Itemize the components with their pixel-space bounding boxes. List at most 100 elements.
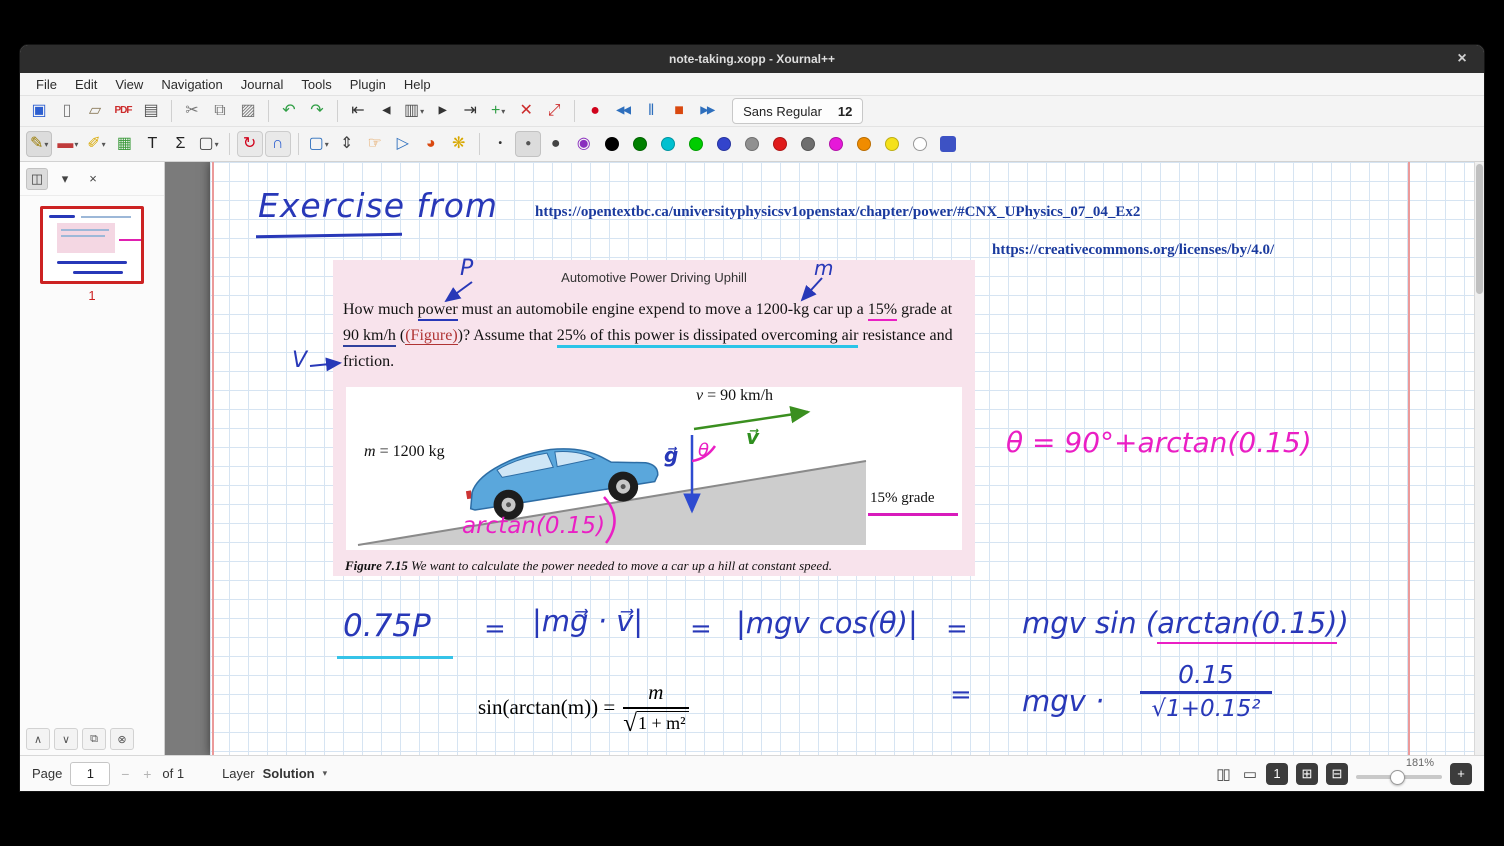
menu-file[interactable]: File: [28, 76, 65, 93]
close-preview-icon[interactable]: ⊗: [110, 728, 134, 750]
page-down-icon[interactable]: ∨: [54, 728, 78, 750]
page-number-input[interactable]: [70, 762, 110, 786]
export-pdf-icon[interactable]: PDF: [110, 98, 136, 124]
zoom-in-icon[interactable]: +: [1450, 763, 1472, 785]
save-icon[interactable]: ▣: [26, 98, 52, 124]
titlebar[interactable]: note-taking.xopp - Xournal++ ×: [20, 45, 1484, 73]
latex-tool-icon[interactable]: Σ: [167, 131, 193, 157]
redo-icon[interactable]: ↷: [304, 98, 330, 124]
snapping-icon[interactable]: ∩: [265, 131, 291, 157]
duplicate-page-icon[interactable]: ⧉: [82, 728, 106, 750]
pen-tool-icon[interactable]: ✎▾: [26, 131, 52, 157]
work-sin-expression: mgv sin (arctan(0.15)): [1022, 606, 1349, 640]
preview-pane-icon[interactable]: ◫: [26, 168, 48, 190]
dual-page-view-icon[interactable]: ▯▯: [1213, 765, 1232, 783]
font-selector-button[interactable]: Sans Regular 12: [732, 98, 863, 124]
page-indicator-badge[interactable]: 1: [1266, 763, 1288, 785]
stroke-fine-icon[interactable]: •: [487, 131, 513, 157]
forward-icon[interactable]: ▶▶: [694, 98, 720, 124]
delete-page-icon[interactable]: ✕: [513, 98, 539, 124]
zoom-slider-thumb[interactable]: [1390, 770, 1405, 785]
menu-view[interactable]: View: [107, 76, 151, 93]
figure-drawing: [346, 387, 962, 550]
spline-tool-icon[interactable]: ▷: [390, 131, 416, 157]
copy-icon[interactable]: ⧉: [207, 98, 233, 124]
previous-page-icon[interactable]: ◀: [373, 98, 399, 124]
brush-icon[interactable]: ❋: [446, 131, 472, 157]
stroke-thick-icon[interactable]: ●: [543, 131, 569, 157]
menu-edit[interactable]: Edit: [67, 76, 105, 93]
color-cyan[interactable]: [655, 131, 681, 157]
vertical-scrollbar[interactable]: [1474, 162, 1484, 755]
select-region-icon[interactable]: ▢▾: [306, 131, 332, 157]
pause-icon[interactable]: ‖: [638, 98, 664, 124]
page-increment-button[interactable]: +: [140, 766, 154, 782]
menu-journal[interactable]: Journal: [233, 76, 292, 93]
first-page-icon[interactable]: ⇤: [345, 98, 371, 124]
presentation-mode-icon[interactable]: ▭: [1240, 765, 1258, 783]
document-page[interactable]: Exercise from https://opentextbc.ca/univ…: [210, 162, 1474, 755]
color-green[interactable]: [627, 131, 653, 157]
canvas-area[interactable]: Exercise from https://opentextbc.ca/univ…: [165, 162, 1484, 755]
sidebar-close-icon[interactable]: ×: [82, 168, 104, 190]
undo-icon[interactable]: ↶: [276, 98, 302, 124]
hand-tool-icon[interactable]: ☞: [362, 131, 388, 157]
current-color-icon[interactable]: [935, 131, 961, 157]
fullscreen-icon[interactable]: ⤢: [541, 98, 567, 124]
stroke-medium-icon[interactable]: ●: [515, 131, 541, 157]
open-document-icon[interactable]: ▱: [82, 98, 108, 124]
menu-tools[interactable]: Tools: [293, 76, 339, 93]
color-magenta[interactable]: [823, 131, 849, 157]
fill-tool-icon[interactable]: ◉: [571, 131, 597, 157]
stop-icon[interactable]: ■: [666, 98, 692, 124]
new-document-icon[interactable]: ▯: [54, 98, 80, 124]
source-link[interactable]: https://opentextbc.ca/universityphysicsv…: [535, 204, 1140, 221]
color-white[interactable]: [907, 131, 933, 157]
image-tool-icon[interactable]: ▦: [111, 131, 137, 157]
menu-plugin[interactable]: Plugin: [342, 76, 394, 93]
page-thumbnail[interactable]: [40, 206, 144, 284]
page-decrement-button[interactable]: −: [118, 766, 132, 782]
menu-help[interactable]: Help: [396, 76, 439, 93]
zoom-out-icon[interactable]: ⊟: [1326, 763, 1348, 785]
color-red[interactable]: [767, 131, 793, 157]
shape-recognizer-icon[interactable]: ↻: [237, 131, 263, 157]
color-darkgray[interactable]: [795, 131, 821, 157]
fraction-numerator: 0.15: [1140, 660, 1272, 689]
goto-page-icon[interactable]: ▥▾: [401, 98, 427, 124]
color-blue[interactable]: [711, 131, 737, 157]
record-icon[interactable]: ●: [582, 98, 608, 124]
zoom-fit-width-icon[interactable]: ⊞: [1296, 763, 1318, 785]
cut-icon[interactable]: ✂: [179, 98, 205, 124]
layer-selector[interactable]: Layer Solution ▾: [222, 766, 327, 781]
last-page-icon[interactable]: ⇥: [457, 98, 483, 124]
paste-icon[interactable]: ▨: [235, 98, 261, 124]
sidebar-dropdown-icon[interactable]: ▾: [54, 168, 76, 190]
rewind-icon[interactable]: ◀◀: [610, 98, 636, 124]
pie-chart-icon-glyph: ◕: [426, 136, 436, 152]
highlighter-tool-icon[interactable]: ✐▾: [83, 131, 109, 157]
color-yellow[interactable]: [879, 131, 905, 157]
color-lime[interactable]: [683, 131, 709, 157]
page-up-icon[interactable]: ∧: [26, 728, 50, 750]
print-icon[interactable]: ▤: [138, 98, 164, 124]
print-icon-glyph: ▤: [143, 103, 158, 119]
toolbar-separator: [479, 133, 480, 155]
window-close-icon[interactable]: ×: [1452, 49, 1472, 69]
scrollbar-thumb[interactable]: [1476, 164, 1483, 294]
thumbnail-magenta-stroke: [119, 239, 141, 241]
vertical-space-icon[interactable]: ⇕: [334, 131, 360, 157]
color-black[interactable]: [599, 131, 625, 157]
handwritten-fraction: 0.15 √1+0.15²: [1140, 660, 1272, 722]
shape-tool-icon[interactable]: ▢▾: [195, 131, 221, 157]
text-tool-icon[interactable]: T: [139, 131, 165, 157]
color-orange[interactable]: [851, 131, 877, 157]
menu-navigation[interactable]: Navigation: [153, 76, 230, 93]
add-page-icon[interactable]: +▾: [485, 98, 511, 124]
license-link[interactable]: https://creativecommons.org/licenses/by/…: [992, 242, 1274, 259]
pie-chart-icon[interactable]: ◕: [418, 131, 444, 157]
eraser-tool-icon[interactable]: ▬▾: [54, 131, 81, 157]
next-page-icon[interactable]: ▶: [429, 98, 455, 124]
color-gray[interactable]: [739, 131, 765, 157]
figure-link[interactable]: (Figure): [405, 327, 457, 345]
